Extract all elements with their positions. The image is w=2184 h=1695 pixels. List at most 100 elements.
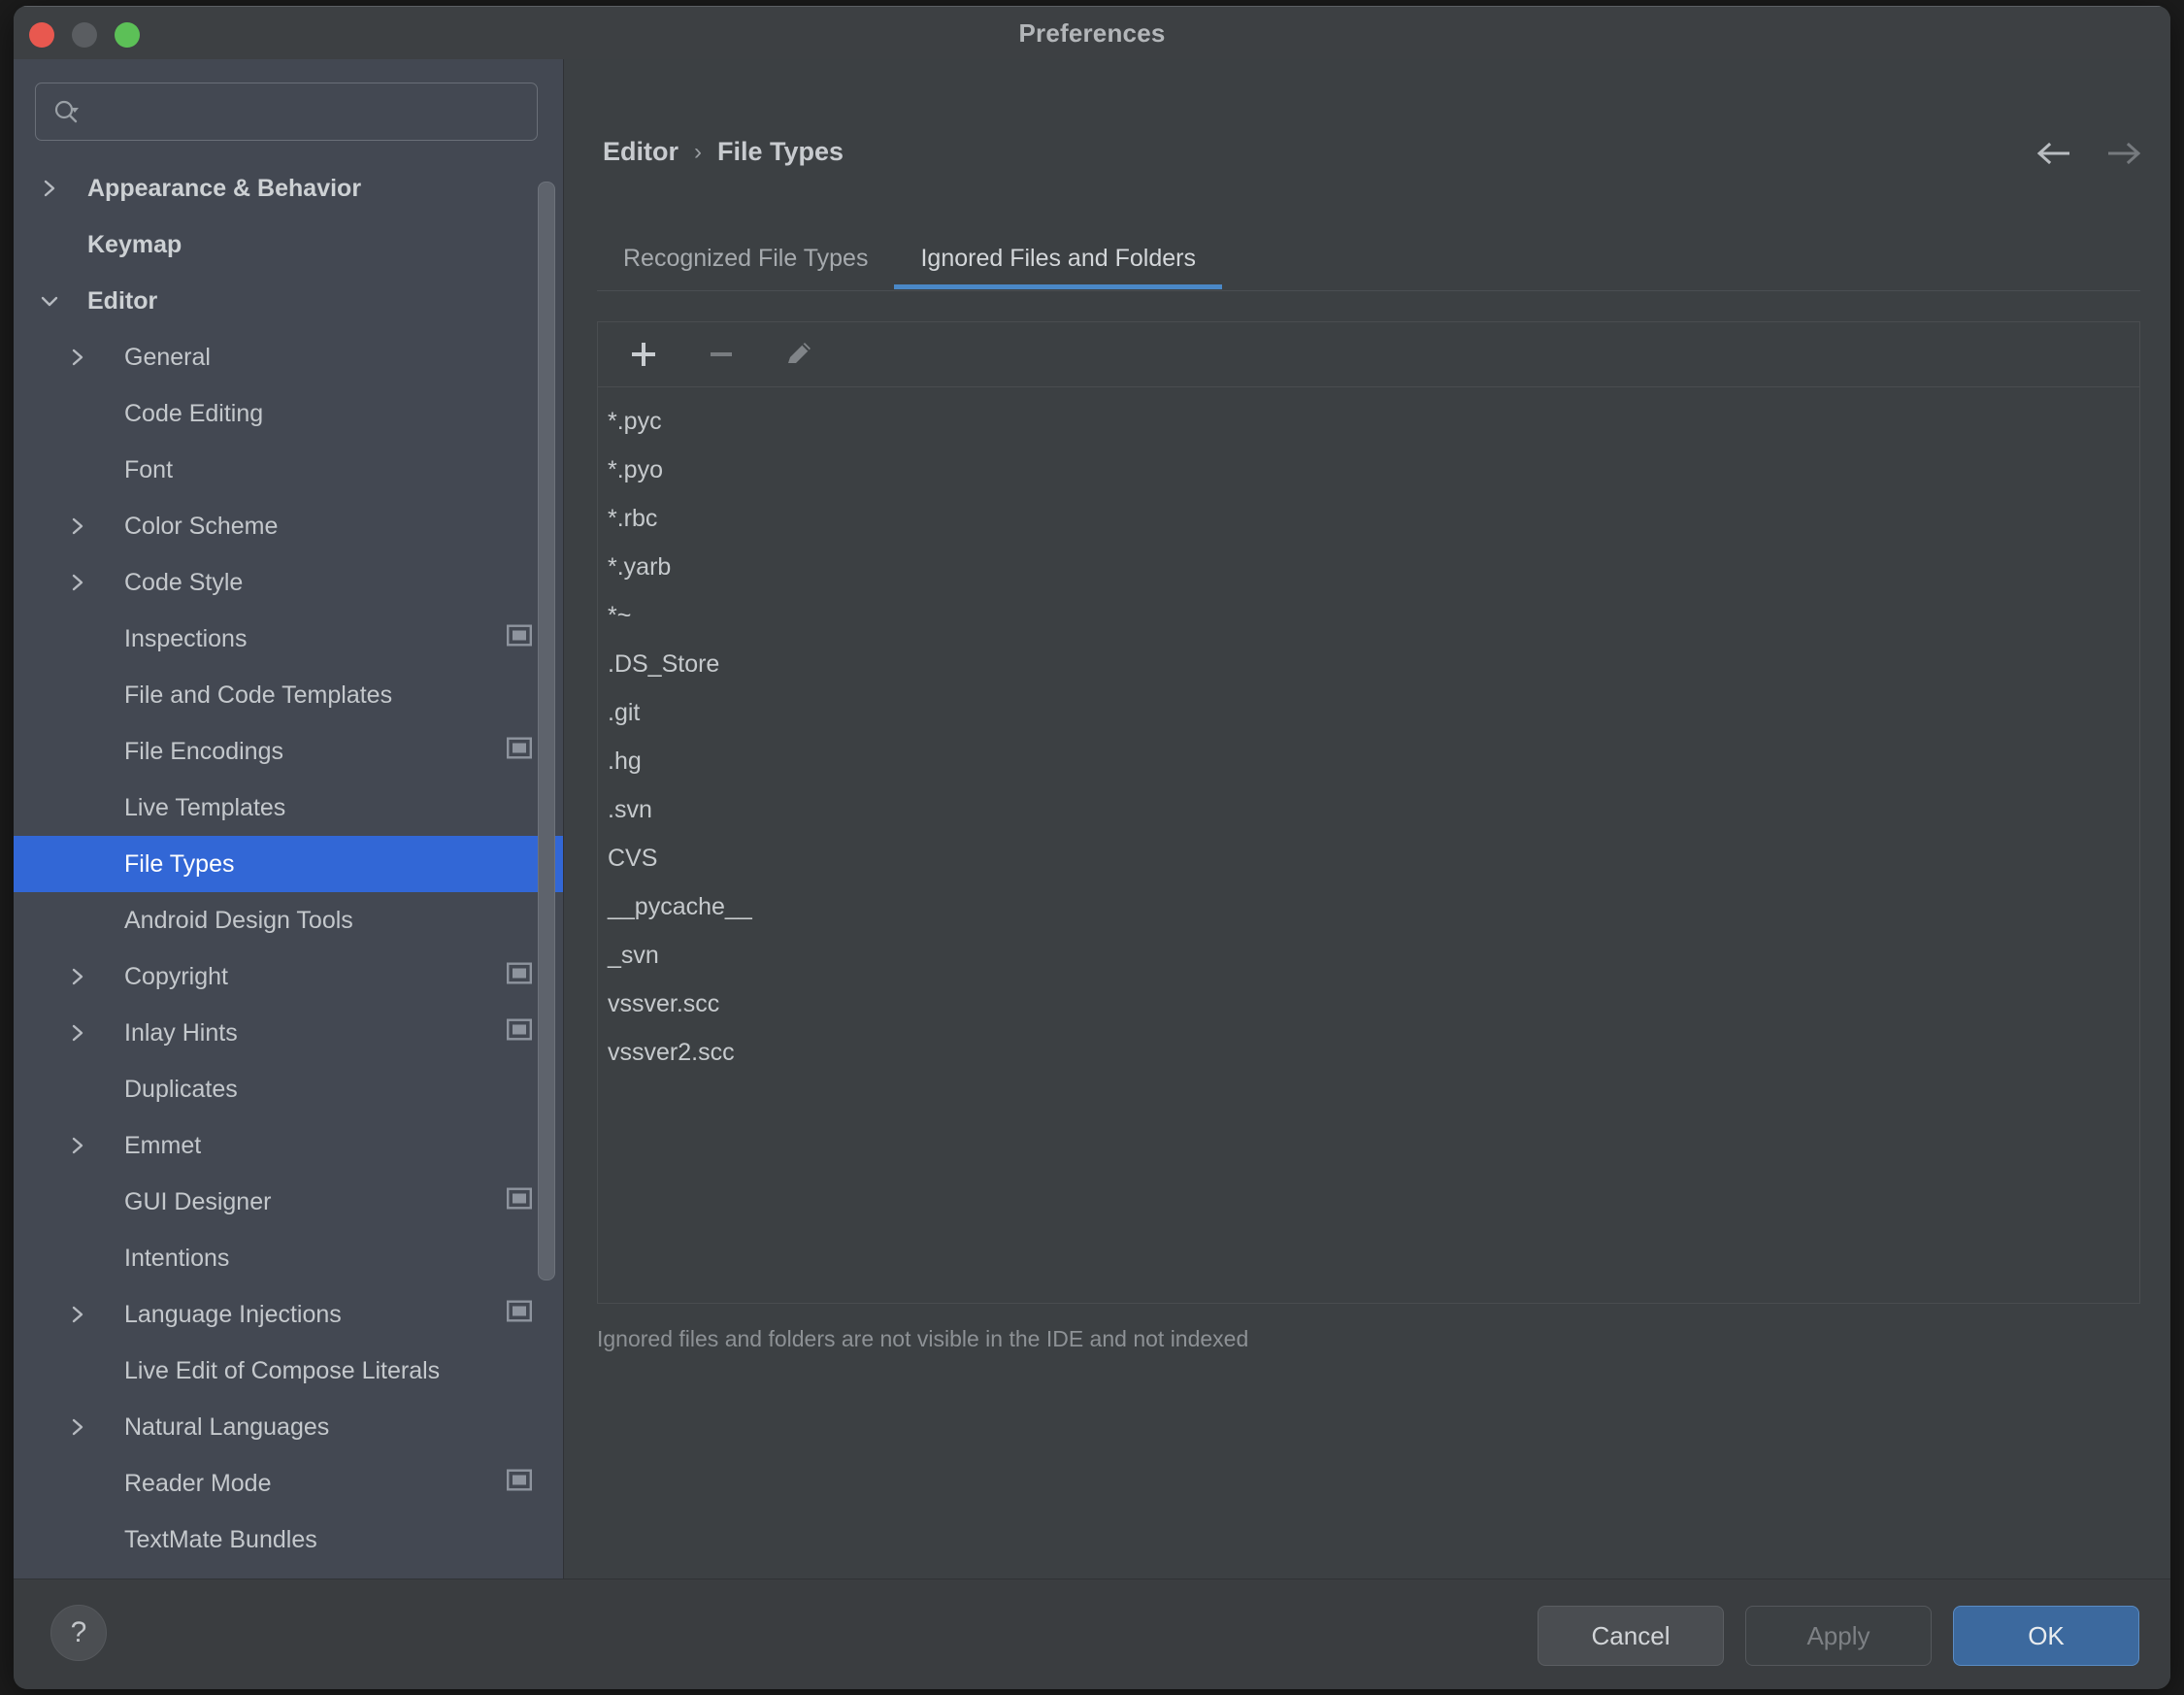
footer-buttons: Cancel Apply OK <box>1538 1606 2139 1666</box>
sidebar-item-label: Color Scheme <box>124 512 279 540</box>
ok-button[interactable]: OK <box>1953 1606 2139 1666</box>
list-item[interactable]: .git <box>598 688 2139 737</box>
sidebar-item-textmate-bundles[interactable]: TextMate Bundles <box>14 1512 563 1568</box>
sidebar-item-label: Appearance & Behavior <box>87 174 362 202</box>
tab-ignored-files-and-folders[interactable]: Ignored Files and Folders <box>894 232 1223 289</box>
search-container <box>14 59 563 150</box>
list-item[interactable]: vssver.scc <box>598 980 2139 1028</box>
edit-button <box>777 332 821 377</box>
sidebar-item-editor[interactable]: Editor <box>14 273 563 329</box>
sidebar-item-language-injections[interactable]: Language Injections <box>14 1286 563 1343</box>
sidebar-item-label: Copyright <box>124 962 228 990</box>
ignored-list-panel: *.pyc *.pyo *.rbc *.yarb *~ .DS_Store .git .hg.… <box>597 321 2140 1304</box>
list-item[interactable]: *~ <box>598 591 2139 640</box>
list-item[interactable]: *.pyc <box>598 397 2139 446</box>
list-item[interactable]: CVS <box>598 834 2139 882</box>
sidebar-item-general[interactable]: General <box>14 329 563 385</box>
chevron-right-icon[interactable] <box>67 1135 88 1156</box>
sidebar-item-code-style[interactable]: Code Style <box>14 554 563 611</box>
sidebar-item-label: Code Editing <box>124 399 264 427</box>
navigation-buttons <box>2035 139 2143 168</box>
chevron-right-icon[interactable] <box>67 572 88 593</box>
settings-tree: Appearance & Behavior Keymap Editor General… <box>14 160 563 1568</box>
list-item[interactable]: .DS_Store <box>598 640 2139 688</box>
search-box[interactable] <box>35 83 538 142</box>
sidebar-item-font[interactable]: Font <box>14 442 563 498</box>
breadcrumb: Editor › File Types <box>603 137 844 167</box>
sidebar-item-natural-languages[interactable]: Natural Languages <box>14 1399 563 1455</box>
sidebar-item-color-scheme[interactable]: Color Scheme <box>14 498 563 554</box>
forward-arrow-icon[interactable] <box>2106 139 2143 168</box>
ignored-files-list[interactable]: *.pyc *.pyo *.rbc *.yarb *~ .DS_Store .git .hg.… <box>598 387 2139 1304</box>
project-scope-icon <box>507 1469 533 1498</box>
sidebar-item-live-templates[interactable]: Live Templates <box>14 780 563 836</box>
search-input[interactable] <box>104 83 527 142</box>
list-item[interactable]: *.pyo <box>598 446 2139 494</box>
chevron-down-icon[interactable] <box>39 290 60 312</box>
list-item[interactable]: __pycache__ <box>598 882 2139 931</box>
sidebar-item-live-edit-of-compose-literals[interactable]: Live Edit of Compose Literals <box>14 1343 563 1399</box>
chevron-right-icon[interactable] <box>67 1022 88 1044</box>
apply-button: Apply <box>1745 1606 1932 1666</box>
chevron-right-icon[interactable] <box>67 1416 88 1438</box>
window-title: Preferences <box>1018 18 1166 48</box>
sidebar-item-code-editing[interactable]: Code Editing <box>14 385 563 442</box>
list-item[interactable]: vssver2.scc <box>598 1028 2139 1077</box>
chevron-right-icon[interactable] <box>67 515 88 537</box>
cancel-button[interactable]: Cancel <box>1538 1606 1724 1666</box>
sidebar-item-file-types[interactable]: File Types <box>14 836 563 892</box>
sidebar-item-label: TextMate Bundles <box>124 1525 317 1553</box>
sidebar-item-intentions[interactable]: Intentions <box>14 1230 563 1286</box>
sidebar-item-label: File Encodings <box>124 737 283 765</box>
breadcrumb-separator-icon: › <box>694 138 702 165</box>
sidebar-item-inspections[interactable]: Inspections <box>14 611 563 667</box>
button-label: Cancel <box>1591 1620 1671 1650</box>
sidebar-item-inlay-hints[interactable]: Inlay Hints <box>14 1005 563 1061</box>
button-label: OK <box>2028 1620 2065 1650</box>
tab-bar: Recognized File Types Ignored Files and F… <box>597 232 2140 291</box>
project-scope-icon <box>507 624 533 653</box>
sidebar-item-label: Font <box>124 455 174 483</box>
chevron-right-icon[interactable] <box>67 347 88 368</box>
list-item[interactable]: _svn <box>598 931 2139 980</box>
sidebar-item-emmet[interactable]: Emmet <box>14 1117 563 1174</box>
settings-sidebar: Appearance & Behavior Keymap Editor General… <box>14 59 564 1579</box>
sidebar-item-label: Intentions <box>124 1244 230 1272</box>
chevron-right-icon[interactable] <box>67 1304 88 1325</box>
list-item[interactable]: *.rbc <box>598 494 2139 543</box>
preferences-window: Preferences Appearance & Behavior Keymap E… <box>14 6 2170 1689</box>
list-item[interactable]: *.yarb <box>598 543 2139 591</box>
search-icon <box>53 99 84 124</box>
sidebar-item-label: Inspections <box>124 624 248 652</box>
sidebar-item-appearance-behavior[interactable]: Appearance & Behavior <box>14 160 563 216</box>
project-scope-icon <box>507 1187 533 1216</box>
sidebar-item-android-design-tools[interactable]: Android Design Tools <box>14 892 563 948</box>
add-button[interactable] <box>621 332 666 377</box>
back-arrow-icon[interactable] <box>2035 139 2071 168</box>
sidebar-scrollbar[interactable] <box>538 182 555 1280</box>
chevron-right-icon[interactable] <box>67 966 88 987</box>
sidebar-item-gui-designer[interactable]: GUI Designer <box>14 1174 563 1230</box>
sidebar-item-reader-mode[interactable]: Reader Mode <box>14 1455 563 1512</box>
content-panel: Editor › File Types Recognized File Type… <box>564 59 2170 1579</box>
list-item[interactable]: .hg <box>598 737 2139 785</box>
sidebar-item-copyright[interactable]: Copyright <box>14 948 563 1005</box>
sidebar-item-label: General <box>124 343 211 371</box>
sidebar-item-file-encodings[interactable]: File Encodings <box>14 723 563 780</box>
sidebar-item-keymap[interactable]: Keymap <box>14 216 563 273</box>
sidebar-item-label: GUI Designer <box>124 1187 272 1215</box>
sidebar-item-duplicates[interactable]: Duplicates <box>14 1061 563 1117</box>
help-button[interactable]: ? <box>50 1605 107 1661</box>
list-toolbar <box>598 322 2139 387</box>
sidebar-item-label: Android Design Tools <box>124 906 353 934</box>
project-scope-icon <box>507 962 533 991</box>
list-item[interactable]: .svn <box>598 785 2139 834</box>
sidebar-item-file-and-code-templates[interactable]: File and Code Templates <box>14 667 563 723</box>
tab-label: Recognized File Types <box>623 245 869 272</box>
chevron-right-icon[interactable] <box>39 178 60 199</box>
breadcrumb-parent[interactable]: Editor <box>603 137 678 167</box>
sidebar-item-label: File Types <box>124 849 235 878</box>
project-scope-icon <box>507 1018 533 1047</box>
tab-recognized-file-types[interactable]: Recognized File Types <box>597 232 894 288</box>
sidebar-item-label: Inlay Hints <box>124 1018 238 1047</box>
